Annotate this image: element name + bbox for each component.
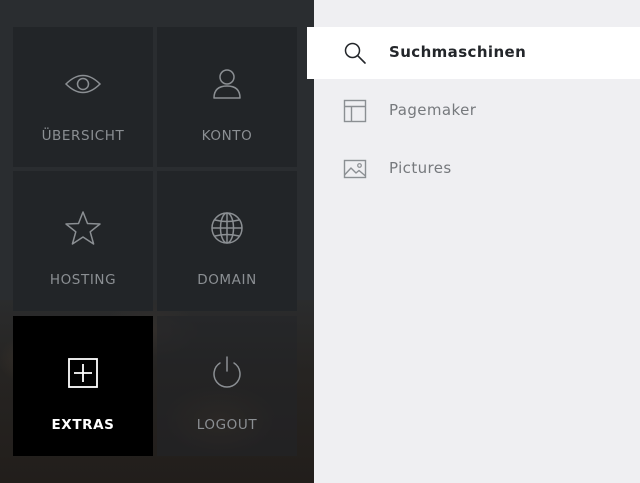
- layout-icon: [343, 99, 367, 123]
- nav-tile-label: LOGOUT: [196, 417, 258, 433]
- nav-tile-extras[interactable]: EXTRAS: [13, 316, 153, 456]
- star-icon: [58, 208, 108, 248]
- submenu-item-pagemaker[interactable]: Pagemaker: [307, 85, 640, 137]
- nav-tile-label: ÜBERSICHT: [41, 128, 125, 144]
- submenu-item-suchmaschinen[interactable]: Suchmaschinen: [307, 27, 640, 79]
- submenu-panel: Suchmaschinen Pagemaker Pictures: [307, 0, 640, 483]
- nav-tile-uebersicht[interactable]: ÜBERSICHT: [13, 27, 153, 167]
- nav-tile-domain[interactable]: DOMAIN: [157, 171, 297, 311]
- globe-icon: [202, 208, 252, 248]
- nav-tile-label: HOSTING: [49, 272, 117, 288]
- nav-tile-logout[interactable]: LOGOUT: [157, 316, 297, 456]
- main-navigation-panel: ÜBERSICHT KONTO HOSTING DOMAIN EXTRAS LO…: [0, 0, 314, 483]
- eye-icon: [58, 64, 108, 104]
- plus-square-icon: [58, 353, 108, 393]
- nav-tile-konto[interactable]: KONTO: [157, 27, 297, 167]
- nav-tile-label: DOMAIN: [197, 272, 257, 288]
- submenu-item-pictures[interactable]: Pictures: [307, 143, 640, 195]
- nav-tile-label: EXTRAS: [51, 417, 115, 433]
- image-icon: [343, 157, 367, 181]
- power-icon: [202, 353, 252, 393]
- nav-tile-label: KONTO: [201, 128, 253, 144]
- submenu-item-label: Pagemaker: [389, 101, 477, 119]
- user-icon: [202, 64, 252, 104]
- submenu-item-label: Suchmaschinen: [389, 43, 527, 61]
- search-icon: [343, 41, 367, 65]
- submenu-item-label: Pictures: [389, 159, 452, 177]
- nav-tile-hosting[interactable]: HOSTING: [13, 171, 153, 311]
